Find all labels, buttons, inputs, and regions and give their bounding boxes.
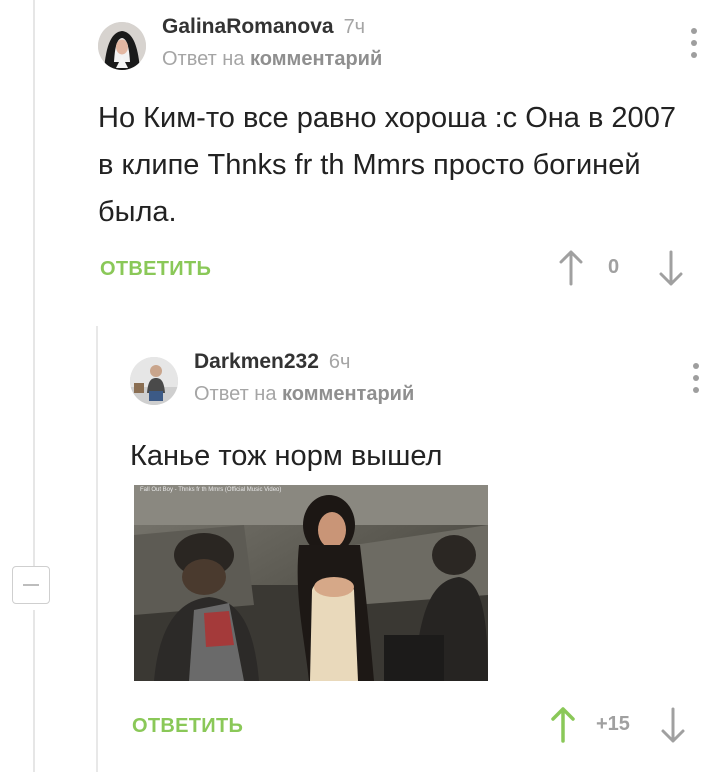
arrow-up-icon[interactable]: [548, 705, 578, 745]
reply-button[interactable]: ОТВЕТИТЬ: [132, 715, 243, 738]
score: +15: [596, 713, 630, 735]
video-title: Fall Out Boy - Thnks fr th Mmrs (Officia…: [140, 487, 282, 493]
more-vertical-icon[interactable]: [692, 363, 700, 393]
arrow-down-icon[interactable]: [658, 705, 688, 745]
thread-line: [33, 0, 35, 566]
arrow-down-icon[interactable]: [656, 248, 686, 288]
score: 0: [608, 256, 620, 278]
collapse-minus-icon[interactable]: [12, 566, 50, 604]
author-name[interactable]: GalinaRomanova 7ч: [162, 15, 365, 39]
arrow-up-icon[interactable]: [556, 248, 586, 288]
vote-controls: 0: [556, 248, 686, 288]
more-vertical-icon[interactable]: [690, 28, 698, 58]
comment-text: Канье тож норм вышел: [130, 440, 443, 472]
reply-to-link[interactable]: Ответ на комментарий: [162, 48, 382, 71]
comment-time: 6ч: [328, 351, 351, 373]
thread-line-nested: [96, 326, 98, 772]
comment-text: Но Ким-то все равно хороша :с Она в 2007…: [98, 102, 676, 228]
avatar[interactable]: [98, 22, 146, 70]
thread-line: [33, 610, 35, 772]
vote-controls: +15: [548, 705, 688, 745]
video-embed[interactable]: Fall Out Boy - Thnks fr th Mmrs (Officia…: [134, 485, 488, 681]
comment-time: 7ч: [343, 16, 366, 38]
author-name[interactable]: Darkmen232 6ч: [194, 350, 350, 374]
avatar[interactable]: [130, 357, 178, 405]
reply-button[interactable]: ОТВЕТИТЬ: [100, 258, 211, 281]
reply-to-link[interactable]: Ответ на комментарий: [194, 383, 414, 406]
